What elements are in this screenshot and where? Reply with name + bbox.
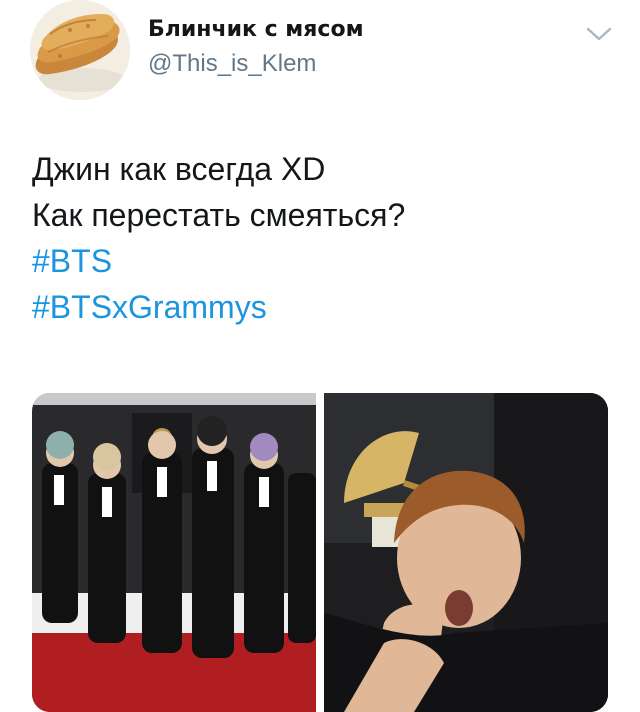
pancakes-avatar-image — [30, 0, 130, 100]
tweet-text: Джин как всегда XD Как перестать смеятьс… — [32, 146, 620, 330]
hashtag-link[interactable]: #BTS — [32, 238, 620, 284]
chevron-down-icon[interactable] — [584, 22, 614, 46]
tweet-line: Как перестать смеяться? — [32, 197, 406, 233]
hashtag-link[interactable]: #BTSxGrammys — [32, 284, 620, 330]
tweet-media — [32, 393, 608, 712]
media-image-group[interactable] — [32, 393, 316, 712]
media-image-closeup[interactable] — [324, 393, 608, 712]
author-handle[interactable]: @This_is_Klem — [148, 48, 364, 80]
tweet-author[interactable]: Блинчик с мясом @This_is_Klem — [148, 14, 364, 80]
avatar[interactable] — [30, 0, 130, 100]
author-display-name[interactable]: Блинчик с мясом — [148, 14, 364, 46]
tweet-line: Джин как всегда XD — [32, 151, 326, 187]
